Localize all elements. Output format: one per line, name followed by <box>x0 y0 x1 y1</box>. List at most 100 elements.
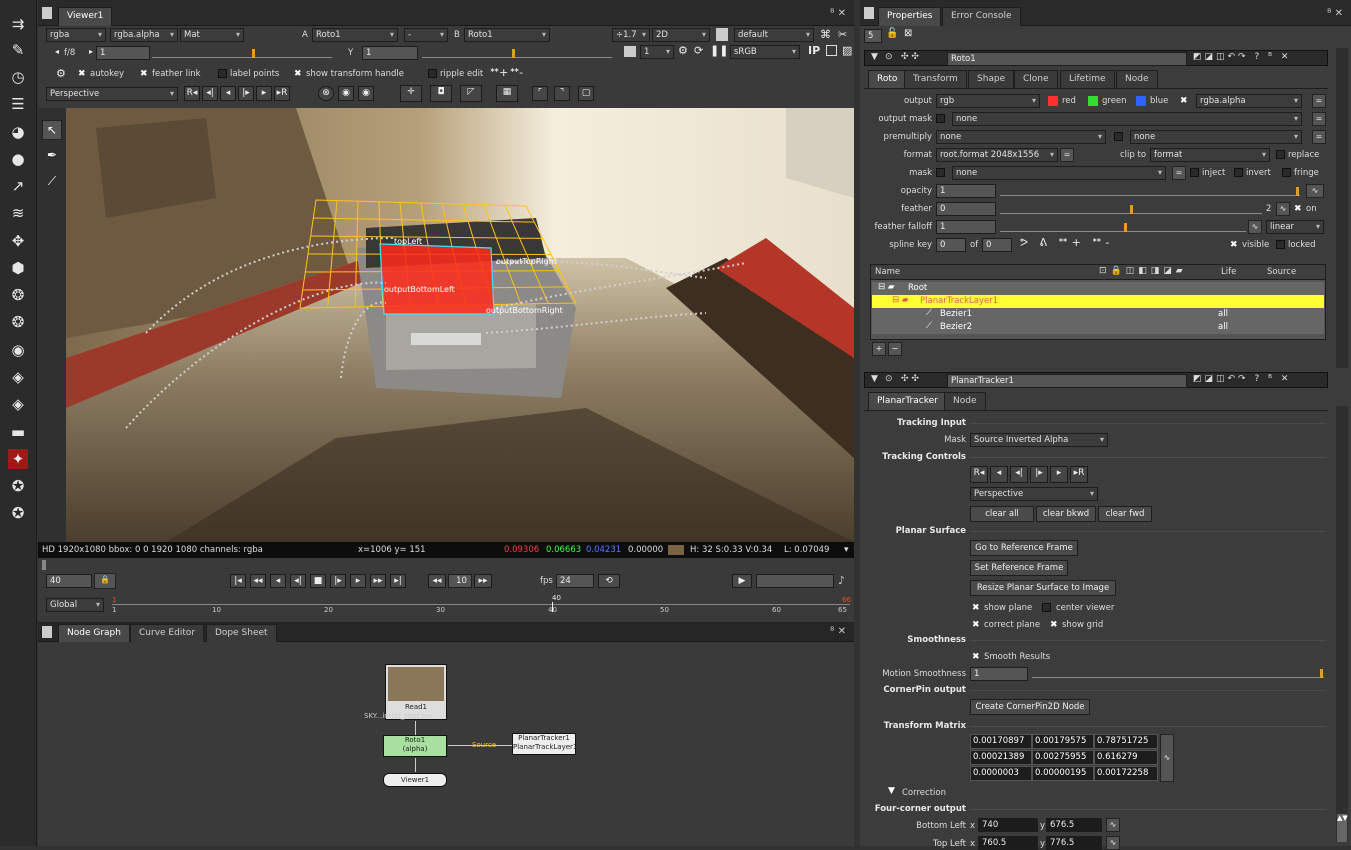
next-frame-icon[interactable]: |▸ <box>238 86 254 101</box>
properties-scrollbar[interactable]: ▲▼ <box>1336 406 1348 842</box>
opacity-field[interactable]: 1 <box>936 184 996 198</box>
resize-surface-button[interactable]: Resize Planar Surface to Image <box>970 580 1116 596</box>
last-frame-icon[interactable]: ▸| <box>390 574 406 588</box>
pane-menu-icon[interactable] <box>42 626 52 638</box>
pt-mask-dropdown[interactable]: Source Inverted Alpha <box>970 433 1108 447</box>
top-left-y-field[interactable]: 776.5 <box>1046 836 1102 850</box>
roi-icon[interactable]: ⚙ <box>678 44 688 57</box>
tab-curve-editor[interactable]: Curve Editor <box>130 624 205 642</box>
spline-key-field[interactable]: 0 <box>936 238 966 252</box>
projection-dropdown[interactable]: Perspective <box>46 87 178 101</box>
output-dropdown[interactable]: rgb <box>936 94 1040 108</box>
pane-menu-icon[interactable] <box>42 7 52 19</box>
lut-dropdown[interactable]: default <box>734 28 814 42</box>
visible-check-icon[interactable]: ✖ <box>1230 240 1238 250</box>
refresh-icon[interactable]: ⟳ <box>694 44 703 57</box>
roto-node[interactable]: Roto1 (alpha) <box>383 735 447 757</box>
falloff-slider[interactable] <box>1000 220 1246 232</box>
invert-checkbox[interactable] <box>1234 168 1243 177</box>
tab-properties[interactable]: Properties <box>878 7 942 26</box>
equals-icon[interactable]: = <box>1312 130 1326 144</box>
tab-dope-sheet[interactable]: Dope Sheet <box>206 624 277 642</box>
output-mask-dropdown[interactable]: none <box>952 112 1302 126</box>
skip-forward-icon[interactable]: ▸▸ <box>474 574 492 588</box>
output-mask-checkbox[interactable] <box>936 114 945 123</box>
clear-icon[interactable]: ⊗ <box>318 86 334 101</box>
track-fwd-icon[interactable]: ▸ <box>1050 466 1068 483</box>
audio-icon[interactable]: ♪ <box>838 574 845 587</box>
locked-checkbox[interactable] <box>1276 240 1285 249</box>
tab-error-console[interactable]: Error Console <box>942 7 1021 26</box>
remove-layer-icon[interactable]: − <box>888 342 902 356</box>
particles-icon[interactable]: ✦ <box>8 449 28 469</box>
clear-fwd-icon[interactable]: ◉ <box>358 86 374 101</box>
equals-icon[interactable]: = <box>1312 112 1326 126</box>
max-panels-field[interactable]: 5 <box>864 29 882 43</box>
top-left-x-field[interactable]: 760.5 <box>978 836 1038 850</box>
float-close-icon[interactable]: ᴮ ✕ <box>830 626 846 637</box>
pin-tl-icon[interactable]: ⌜ <box>532 86 548 101</box>
float-close-icon[interactable]: ᴮ ✕ <box>1327 8 1343 19</box>
filter-icon[interactable]: ❂ <box>8 285 28 305</box>
falloff-mode-dropdown[interactable]: linear <box>1266 220 1324 234</box>
loop-icon[interactable]: ⟲ <box>598 574 620 588</box>
label-points-checkbox[interactable] <box>218 69 227 78</box>
collapse-icon[interactable]: ▼ <box>871 52 878 62</box>
last-frame-icon[interactable]: ▸R <box>274 86 290 101</box>
clip-to-dropdown[interactable]: format <box>1150 148 1270 162</box>
fstop-field[interactable]: 1 <box>96 46 150 60</box>
tab-node-graph[interactable]: Node Graph <box>58 624 130 642</box>
replace-checkbox[interactable] <box>1276 150 1285 159</box>
tree-row-planar-layer[interactable]: ⊟ ▰ PlanarTrackLayer1 <box>872 295 1324 308</box>
viewer-canvas[interactable]: topLeft outputTopRight outputBottomLeft … <box>66 108 854 542</box>
premultiply-dropdown[interactable]: none <box>936 130 1106 144</box>
feather-falloff-field[interactable]: 1 <box>936 220 996 234</box>
select-arrow-icon[interactable]: ↖ <box>42 120 62 140</box>
pause-icon[interactable]: ❚❚ <box>710 44 728 57</box>
tab-pt-node[interactable]: Node <box>944 392 986 410</box>
tab-shape[interactable]: Shape <box>968 70 1015 88</box>
add-point-icon[interactable]: ᕯ+ <box>490 66 508 80</box>
matrix-cell[interactable]: 0.00275955 <box>1032 750 1094 765</box>
tools-icon[interactable]: ✂ <box>838 28 847 41</box>
node-color-icon[interactable]: ⊙ <box>885 52 893 62</box>
track-first-icon[interactable]: R◂ <box>970 466 988 483</box>
track-step-fwd-icon[interactable]: |▸ <box>1030 466 1048 483</box>
snapshot-icon[interactable]: ⌘ <box>820 28 831 41</box>
prev-key-icon[interactable]: ◂| <box>202 86 218 101</box>
bottom-left-x-field[interactable]: 740 <box>978 818 1038 832</box>
track-step-back-icon[interactable]: ◂| <box>1010 466 1028 483</box>
alpha-check-icon[interactable]: ✖ <box>1180 96 1188 106</box>
first-frame-icon[interactable]: |◂ <box>230 574 246 588</box>
tab-lifetime[interactable]: Lifetime <box>1060 70 1115 88</box>
inject-checkbox[interactable] <box>1190 168 1199 177</box>
lock-panels-icon[interactable]: 🔓 <box>886 28 898 39</box>
settings-gear-icon[interactable]: ⚙ <box>56 67 66 80</box>
motion-smoothness-field[interactable]: 1 <box>970 667 1028 681</box>
a-input-dropdown[interactable]: Roto1 <box>312 28 398 42</box>
curve-icon[interactable]: ∿ <box>1306 184 1324 198</box>
node-icons[interactable]: ✣ ✣ <box>901 52 919 62</box>
circle-icon[interactable]: ● <box>8 149 28 169</box>
pin-tr-icon[interactable]: ⌝ <box>554 86 570 101</box>
set-reference-button[interactable]: Set Reference Frame <box>970 560 1068 576</box>
correct-plane-check-icon[interactable]: ✖ <box>972 620 980 630</box>
move-tool-icon[interactable]: ✛ <box>400 85 422 102</box>
layers-icon[interactable]: ≋ <box>8 203 28 223</box>
node-graph-canvas[interactable]: Read1 SKY...intrst_shot.exr Roto1 (alpha… <box>38 642 854 846</box>
frame-field[interactable]: 40 <box>46 574 92 588</box>
curve-icon[interactable]: ∿ <box>1160 734 1174 782</box>
lock-icon[interactable]: 🔒 <box>94 573 116 589</box>
create-cornerpin-button[interactable]: Create CornerPin2D Node <box>970 699 1090 715</box>
step-back-icon[interactable]: ◂ <box>270 574 286 588</box>
autokey-check-icon[interactable]: ✖ <box>78 69 86 79</box>
node-icons[interactable]: ✣ ✣ <box>901 374 919 384</box>
flipbook-icon[interactable]: ▶ <box>732 574 752 588</box>
add-layer-icon[interactable]: + <box>872 342 886 356</box>
track-back-icon[interactable]: ◂ <box>990 466 1008 483</box>
info-menu-icon[interactable]: ▾ <box>844 542 849 558</box>
stop-icon[interactable]: ■ <box>310 574 326 588</box>
gamma-field[interactable]: 1 <box>362 46 418 60</box>
bottom-left-y-field[interactable]: 676.5 <box>1046 818 1102 832</box>
pt-projection-dropdown[interactable]: Perspective <box>970 487 1098 501</box>
